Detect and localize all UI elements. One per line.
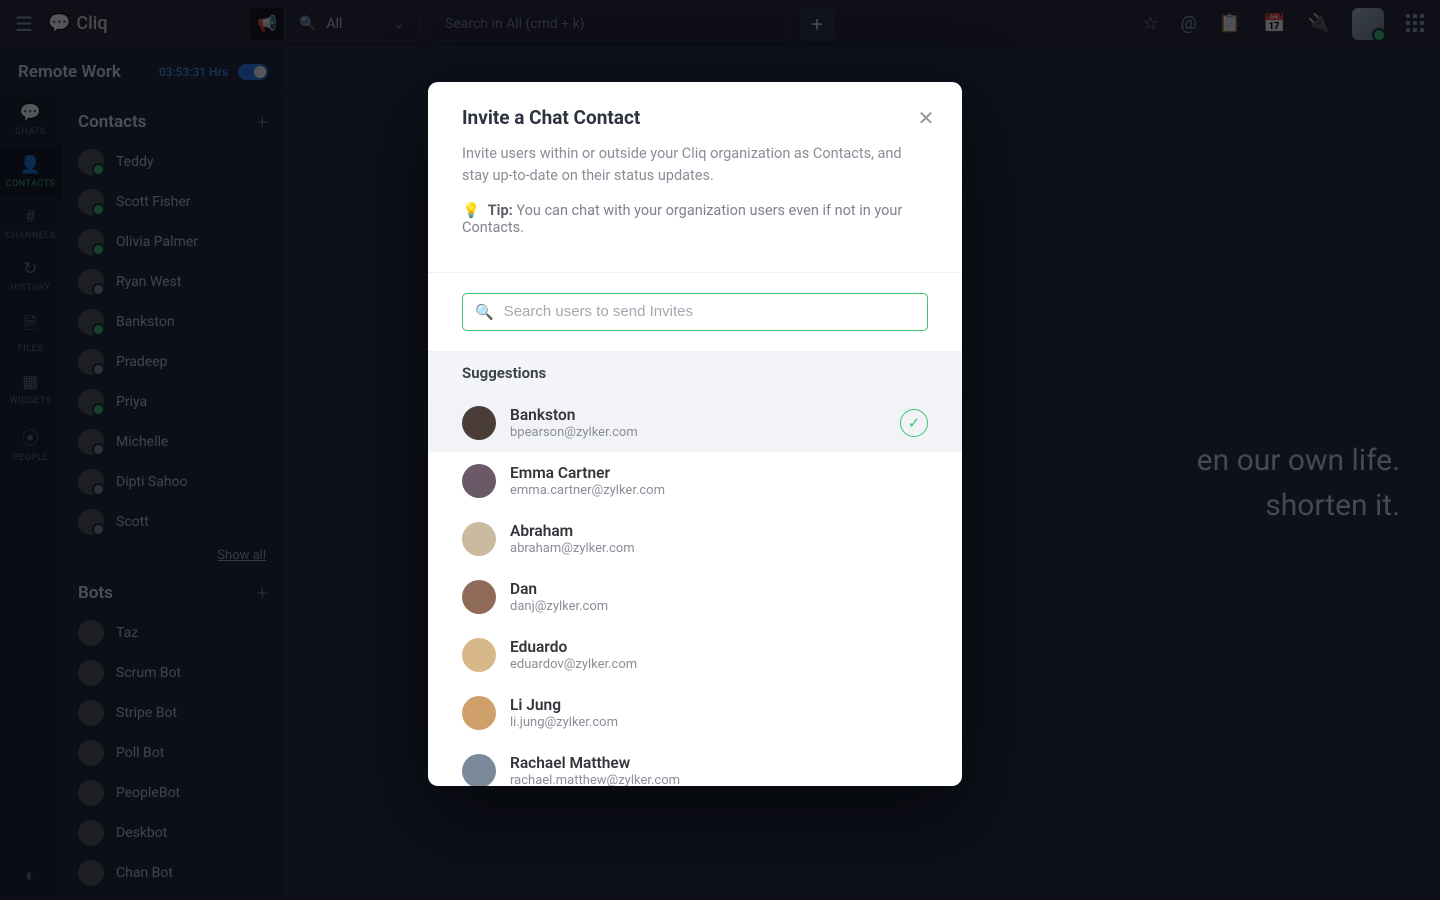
suggestion-email: li.jung@zylker.com — [510, 715, 618, 730]
suggestion-email: rachael.matthew@zylker.com — [510, 773, 680, 786]
avatar — [462, 464, 496, 498]
suggestion-name: Bankston — [510, 406, 638, 424]
suggestion-email: emma.cartner@zylker.com — [510, 483, 665, 498]
suggestion-item[interactable]: Bankstonbpearson@zylker.com ✓ — [428, 394, 962, 452]
close-icon: ✕ — [918, 106, 935, 130]
suggestion-item[interactable]: Dandanj@zylker.com — [428, 568, 962, 626]
invite-contact-modal: ✕ Invite a Chat Contact Invite users wit… — [428, 82, 962, 786]
suggestion-name: Abraham — [510, 522, 635, 540]
tip-label: Tip: — [488, 202, 513, 219]
suggestion-item[interactable]: Rachael Matthewrachael.matthew@zylker.co… — [428, 742, 962, 786]
lightbulb-icon: 💡 — [462, 202, 480, 219]
suggestion-item[interactable]: Abrahamabraham@zylker.com — [428, 510, 962, 568]
avatar — [462, 580, 496, 614]
avatar — [462, 638, 496, 672]
avatar — [462, 754, 496, 786]
suggestion-item[interactable]: Eduardoeduardov@zylker.com — [428, 626, 962, 684]
suggestion-email: abraham@zylker.com — [510, 541, 635, 556]
suggestions-list[interactable]: Bankstonbpearson@zylker.com ✓ Emma Cartn… — [428, 394, 962, 786]
suggestions-header: Suggestions — [428, 352, 962, 394]
suggestion-email: eduardov@zylker.com — [510, 657, 637, 672]
suggestion-name: Rachael Matthew — [510, 754, 680, 772]
suggestion-name: Emma Cartner — [510, 464, 665, 482]
modal-close-button[interactable]: ✕ — [912, 104, 940, 132]
invite-search-input[interactable] — [504, 303, 915, 320]
suggestion-name: Dan — [510, 580, 608, 598]
tip-text: You can chat with your organization user… — [462, 202, 902, 236]
suggestion-item[interactable]: Emma Cartneremma.cartner@zylker.com — [428, 452, 962, 510]
modal-description: Invite users within or outside your Cliq… — [462, 143, 928, 188]
modal-title: Invite a Chat Contact — [462, 106, 928, 129]
suggestion-email: bpearson@zylker.com — [510, 425, 638, 440]
modal-header: Invite a Chat Contact Invite users withi… — [428, 82, 962, 254]
invite-search-field[interactable]: 🔍 — [462, 293, 928, 331]
modal-tip: 💡 Tip: You can chat with your organizati… — [462, 202, 928, 236]
suggestion-name: Eduardo — [510, 638, 637, 656]
search-icon: 🔍 — [475, 303, 494, 321]
avatar — [462, 406, 496, 440]
avatar — [462, 696, 496, 730]
suggestion-name: Li Jung — [510, 696, 618, 714]
suggestion-item[interactable]: Li Jungli.jung@zylker.com — [428, 684, 962, 742]
suggestion-email: danj@zylker.com — [510, 599, 608, 614]
modal-search-section: 🔍 — [428, 273, 962, 352]
avatar — [462, 522, 496, 556]
selected-check-icon: ✓ — [900, 409, 928, 437]
